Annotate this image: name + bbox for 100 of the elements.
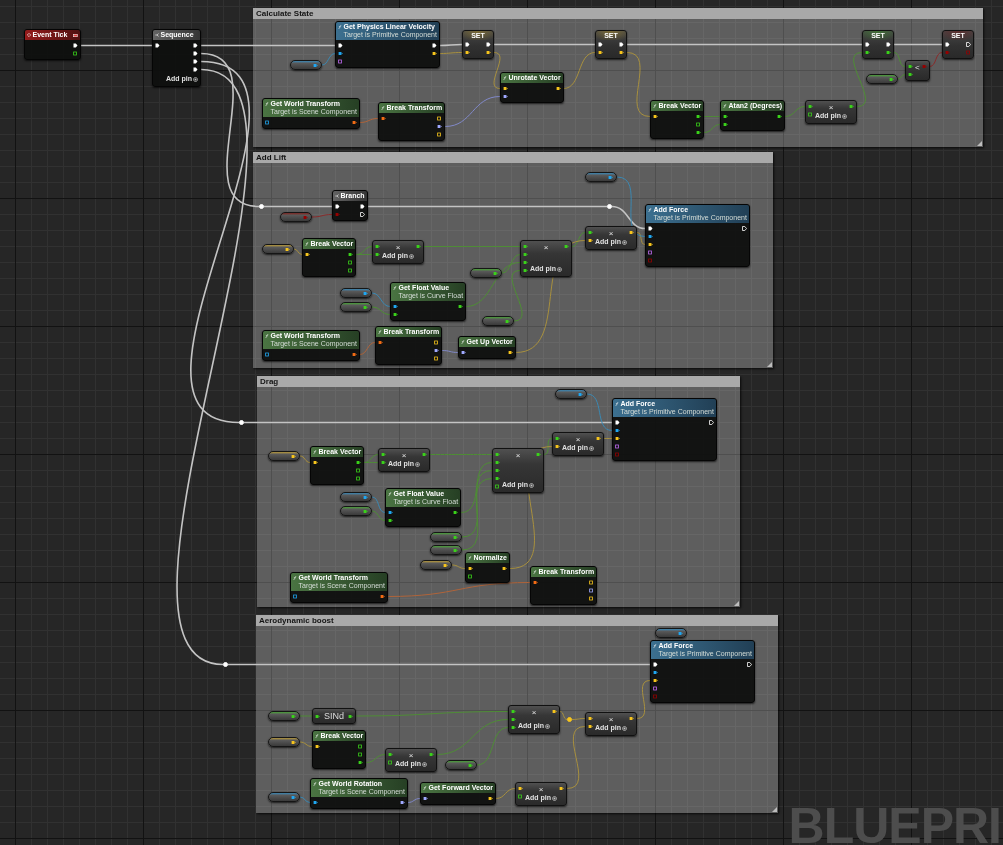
variable-node[interactable] bbox=[268, 792, 300, 802]
pin-icon[interactable] bbox=[338, 51, 343, 56]
pin-icon[interactable] bbox=[315, 713, 320, 719]
pin-icon[interactable] bbox=[696, 130, 702, 135]
exec-pin-icon[interactable] bbox=[486, 42, 491, 47]
pin-icon[interactable] bbox=[615, 428, 620, 433]
pin-icon[interactable] bbox=[381, 452, 386, 457]
pin-icon[interactable] bbox=[588, 238, 593, 243]
variable-node[interactable] bbox=[655, 628, 687, 638]
pin-icon[interactable] bbox=[285, 246, 290, 252]
exec-pin-icon[interactable] bbox=[155, 43, 160, 48]
pin-icon[interactable] bbox=[696, 122, 702, 127]
exec-pin-icon[interactable] bbox=[73, 43, 78, 48]
pin-icon[interactable] bbox=[453, 510, 459, 515]
pin-icon[interactable] bbox=[629, 230, 635, 235]
pin-icon[interactable] bbox=[629, 716, 635, 721]
function-node[interactable]: SINd bbox=[312, 708, 356, 724]
pin-icon[interactable] bbox=[533, 580, 538, 585]
pin-icon[interactable] bbox=[495, 460, 500, 465]
exec-pin-icon[interactable] bbox=[193, 43, 199, 48]
pin-icon[interactable] bbox=[495, 476, 500, 481]
pin-icon[interactable] bbox=[358, 752, 364, 757]
variable-node[interactable] bbox=[268, 451, 300, 461]
exec-pin-icon[interactable] bbox=[945, 42, 950, 47]
exec-pin-icon[interactable] bbox=[619, 42, 624, 47]
pin-icon[interactable] bbox=[313, 460, 318, 465]
variable-node[interactable] bbox=[585, 172, 617, 182]
pin-icon[interactable] bbox=[523, 260, 528, 265]
pin-icon[interactable] bbox=[503, 86, 508, 91]
pin-icon[interactable] bbox=[653, 114, 658, 119]
pin-icon[interactable] bbox=[437, 116, 443, 121]
pin-icon[interactable] bbox=[399, 800, 405, 805]
variable-node[interactable] bbox=[555, 389, 587, 399]
resize-grip-icon[interactable] bbox=[734, 601, 739, 606]
pin-icon[interactable] bbox=[555, 86, 561, 91]
exec-pin-icon[interactable] bbox=[359, 204, 365, 209]
pin-icon[interactable] bbox=[849, 104, 855, 109]
exec-pin-icon[interactable] bbox=[886, 42, 891, 47]
pin-icon[interactable] bbox=[423, 796, 428, 801]
pin-icon[interactable] bbox=[518, 794, 523, 799]
variable-node[interactable] bbox=[290, 60, 322, 70]
variable-node[interactable] bbox=[268, 737, 300, 747]
variable-node[interactable] bbox=[340, 288, 372, 298]
variable-node[interactable] bbox=[262, 244, 294, 254]
pin-icon[interactable] bbox=[453, 534, 458, 540]
variable-node[interactable] bbox=[280, 212, 312, 222]
pin-icon[interactable] bbox=[886, 50, 891, 55]
exec-pin-icon[interactable] bbox=[193, 51, 199, 56]
exec-pin-icon[interactable] bbox=[741, 226, 747, 231]
pin-icon[interactable] bbox=[422, 452, 428, 457]
pin-icon[interactable] bbox=[588, 724, 593, 729]
pin-icon[interactable] bbox=[429, 752, 435, 757]
pin-icon[interactable] bbox=[653, 678, 658, 683]
pin-icon[interactable] bbox=[388, 760, 393, 765]
pin-icon[interactable] bbox=[378, 340, 383, 345]
pin-icon[interactable] bbox=[486, 50, 491, 55]
pin-icon[interactable] bbox=[596, 436, 602, 441]
pin-icon[interactable] bbox=[523, 252, 528, 257]
pin-icon[interactable] bbox=[589, 580, 595, 585]
exec-pin-icon[interactable] bbox=[359, 212, 365, 217]
pin-icon[interactable] bbox=[493, 270, 498, 276]
pin-icon[interactable] bbox=[518, 786, 523, 791]
resize-grip-icon[interactable] bbox=[767, 362, 772, 367]
pin-icon[interactable] bbox=[461, 350, 466, 355]
pin-icon[interactable] bbox=[653, 670, 658, 675]
pin-icon[interactable] bbox=[379, 594, 385, 599]
pin-icon[interactable] bbox=[388, 752, 393, 757]
exec-pin-icon[interactable] bbox=[431, 43, 437, 48]
comment-header[interactable]: Drag bbox=[257, 376, 740, 387]
pin-icon[interactable] bbox=[468, 566, 473, 571]
pin-icon[interactable] bbox=[501, 566, 507, 571]
pin-icon[interactable] bbox=[291, 739, 296, 745]
pin-icon[interactable] bbox=[523, 268, 528, 273]
pin-icon[interactable] bbox=[615, 436, 620, 441]
pin-icon[interactable] bbox=[434, 356, 440, 361]
variable-node[interactable] bbox=[340, 492, 372, 502]
variable-node[interactable] bbox=[445, 760, 477, 770]
variable-node[interactable] bbox=[268, 711, 300, 721]
reroute-node[interactable] bbox=[567, 717, 572, 722]
pin-icon[interactable] bbox=[393, 312, 398, 317]
variable-node[interactable] bbox=[430, 532, 462, 542]
pin-icon[interactable] bbox=[381, 460, 386, 465]
exec-pin-icon[interactable] bbox=[598, 42, 603, 47]
pin-icon[interactable] bbox=[388, 510, 393, 515]
pin-icon[interactable] bbox=[443, 562, 448, 568]
pin-icon[interactable] bbox=[511, 709, 516, 714]
pin-icon[interactable] bbox=[453, 547, 458, 553]
exec-pin-icon[interactable] bbox=[615, 420, 620, 425]
pin-icon[interactable] bbox=[889, 76, 894, 82]
pin-icon[interactable] bbox=[393, 304, 398, 309]
exec-pin-icon[interactable] bbox=[193, 59, 199, 64]
operator-node[interactable]: < bbox=[905, 60, 930, 81]
pin-icon[interactable] bbox=[265, 352, 270, 357]
pin-icon[interactable] bbox=[375, 252, 380, 257]
comment-header[interactable]: Add Lift bbox=[253, 152, 773, 163]
pin-icon[interactable] bbox=[431, 51, 437, 56]
pin-icon[interactable] bbox=[505, 318, 510, 324]
pin-icon[interactable] bbox=[648, 234, 653, 239]
resize-grip-icon[interactable] bbox=[977, 141, 982, 146]
delegate-pin-icon[interactable] bbox=[73, 32, 78, 38]
